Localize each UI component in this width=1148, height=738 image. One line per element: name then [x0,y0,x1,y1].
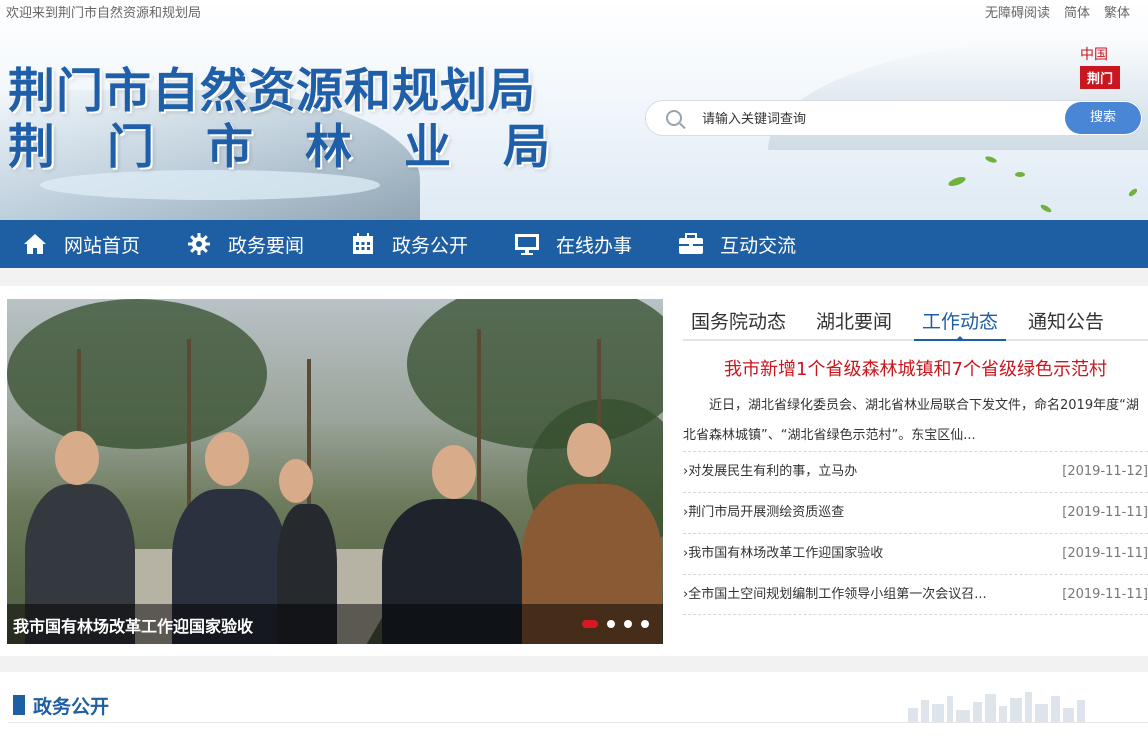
main-content: 我市国有林场改革工作迎国家验收 国务院动态 湖北要闻 工作动态 通知公告 我市新… [0,286,1148,656]
building-shape [932,704,944,722]
nav-item-interaction[interactable]: 互动交流 [678,220,796,268]
leaf-decoration [1039,203,1053,214]
person-head [432,445,476,499]
tree-trunk [477,329,481,529]
list-item[interactable]: ›对发展民生有利的事，立马办 [2019-11-12] [683,451,1148,492]
section-marker [13,695,25,715]
leaf-decoration [1015,172,1025,177]
list-item-title: ›荆门市局开展测绘资质巡查 [683,505,845,520]
slider-dot-3[interactable] [624,620,632,628]
search-icon [666,110,682,126]
building-shape [973,702,982,722]
list-item-date: [2019-11-12] [1062,464,1148,479]
building-shape [1010,698,1022,722]
person-head [205,432,249,486]
slider-dot-2[interactable] [607,620,615,628]
building-shape [956,710,970,722]
nav-label: 网站首页 [64,234,141,257]
nav-label: 在线办事 [556,234,633,257]
topbar-links: 无障碍阅读 简体 繁体 [985,2,1130,21]
building-shape [1077,700,1085,722]
tree-trunk [187,339,191,519]
skyline-decoration [908,690,1148,722]
leaf-decoration [1127,187,1139,198]
nav-item-news[interactable]: 政务要闻 [186,220,304,268]
slider-dot-1[interactable] [582,620,598,628]
tab-state-council[interactable]: 国务院动态 [683,299,794,339]
building-shape [908,708,918,722]
briefcase-icon [678,231,704,257]
headline-summary: 近日，湖北省绿化委员会、湖北省林业局联合下发文件，命名2019年度“湖北省森林城… [683,398,1139,443]
section-title[interactable]: 政务公开 [33,692,109,719]
person-head [567,423,611,477]
list-item-date: [2019-11-11] [1062,505,1148,520]
leaf-decoration [984,155,998,164]
tab-hubei-news[interactable]: 湖北要闻 [808,299,900,339]
news-panel: 国务院动态 湖北要闻 工作动态 通知公告 我市新增1个省级森林城镇和7个省级绿色… [683,299,1148,644]
gear-icon [186,231,212,257]
accessibility-link[interactable]: 无障碍阅读 [985,2,1050,21]
building-shape [1063,708,1074,722]
slider-dots [582,620,649,628]
news-list: ›对发展民生有利的事，立马办 [2019-11-12] ›荆门市局开展测绘资质巡… [683,451,1148,615]
nav-label: 政务公开 [392,234,469,257]
search-button[interactable]: 搜索 [1065,102,1141,134]
welcome-text: 欢迎来到荆门市自然资源和规划局 [6,6,202,21]
nav-label: 互动交流 [720,234,797,257]
slider-caption-bar: 我市国有林场改革工作迎国家验收 [7,604,663,644]
site-title-line1: 荆门市自然资源和规划局 [8,64,536,119]
list-item[interactable]: ›荆门市局开展测绘资质巡查 [2019-11-11] [683,492,1148,533]
news-tabs: 国务院动态 湖北要闻 工作动态 通知公告 [683,299,1148,341]
city-logo: 中国 荆门 [1080,44,1124,94]
site-title-line2: 荆门市林业局 [8,120,602,175]
tab-work-news[interactable]: 工作动态 [914,299,1007,341]
search-input[interactable] [702,107,1052,131]
search-box: 搜索 [645,100,1143,136]
monitor-icon [514,231,540,257]
slider-dot-4[interactable] [641,620,649,628]
nav-label: 政务要闻 [228,234,305,257]
site-title: 荆门市自然资源和规划局 荆门市林业局 [8,64,602,176]
logo-box-text: 荆门 [1080,66,1120,89]
calendar-icon [350,231,376,257]
list-item-title: ›我市国有林场改革工作迎国家验收 [683,546,884,561]
traditional-chinese-link[interactable]: 繁体 [1104,2,1130,21]
headline-link[interactable]: 我市新增1个省级森林城镇和7个省级绿色示范村 [683,355,1148,381]
list-item[interactable]: ›全市国土空间规划编制工作领导小组第一次会议召... [2019-11-11] [683,574,1148,615]
logo-top-text: 中国 [1080,47,1108,63]
list-item-title: ›对发展民生有利的事，立马办 [683,464,858,479]
simplified-chinese-link[interactable]: 简体 [1064,2,1090,21]
person-head [55,431,99,485]
building-shape [947,696,953,722]
nav-item-online-service[interactable]: 在线办事 [514,220,632,268]
building-shape [999,706,1007,722]
leaf-decoration [947,175,967,188]
list-item[interactable]: ›我市国有林场改革工作迎国家验收 [2019-11-11] [683,533,1148,574]
building-shape [985,694,996,722]
tab-notices[interactable]: 通知公告 [1020,299,1112,339]
list-item-date: [2019-11-11] [1062,546,1148,561]
tree-foliage [7,299,267,449]
nav-item-home[interactable]: 网站首页 [22,220,140,268]
public-affairs-section: 政务公开 [0,672,1148,738]
building-shape [1051,696,1060,722]
building-shape [1035,704,1048,722]
person-head [279,459,313,503]
slider-caption[interactable]: 我市国有林场改革工作迎国家验收 [13,613,253,637]
nav-item-public-affairs[interactable]: 政务公开 [350,220,468,268]
building-shape [921,700,929,722]
news-slider[interactable]: 我市国有林场改革工作迎国家验收 [7,299,663,644]
building-shape [1025,692,1032,722]
section-divider [8,722,1148,723]
list-item-date: [2019-11-11] [1062,587,1148,602]
home-icon [22,231,48,257]
list-item-title: ›全市国土空间规划编制工作领导小组第一次会议召... [683,587,987,602]
main-nav: 网站首页 政务要闻 政务公开 在线办事 互动交流 [0,220,1148,268]
site-header: 欢迎来到荆门市自然资源和规划局 无障碍阅读 简体 繁体 荆门市自然资源和规划局 … [0,0,1148,220]
